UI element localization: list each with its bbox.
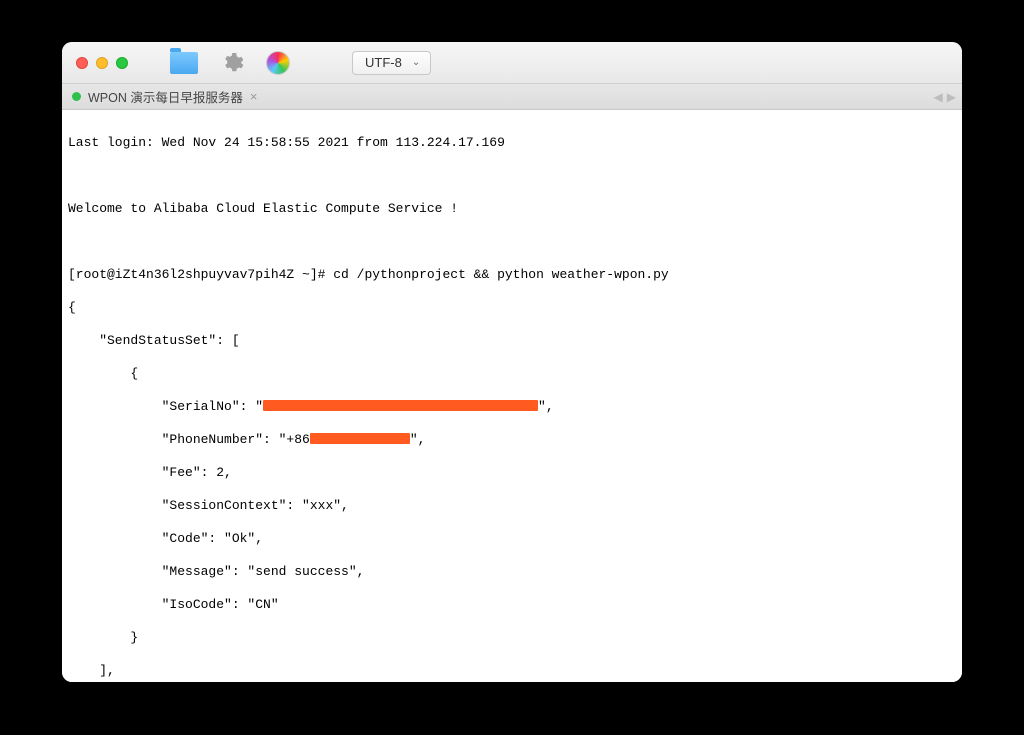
- json-sss-key: "SendStatusSet": [: [68, 333, 956, 350]
- json-open: {: [68, 300, 956, 317]
- redaction-serialno: [263, 400, 538, 411]
- json-arr-close: ],: [68, 663, 956, 680]
- maximize-window-button[interactable]: [116, 57, 128, 69]
- json-phonenumber: "PhoneNumber": "+86",: [68, 432, 956, 449]
- blank-line: [68, 234, 956, 251]
- json-isocode: "IsoCode": "CN": [68, 597, 956, 614]
- tab-close-button[interactable]: ×: [250, 89, 258, 104]
- terminal-output[interactable]: Last login: Wed Nov 24 15:58:55 2021 fro…: [62, 110, 962, 682]
- tab-session[interactable]: WPON 演示每日早报服务器 ×: [62, 84, 267, 109]
- json-session: "SessionContext": "xxx",: [68, 498, 956, 515]
- titlebar: UTF-8 ⌄: [62, 42, 962, 84]
- tabbar-scroll-controls: ◀ ▶: [934, 84, 956, 109]
- toolbar-icons: [170, 51, 290, 75]
- json-obj-open: {: [68, 366, 956, 383]
- encoding-select[interactable]: UTF-8 ⌄: [352, 51, 431, 75]
- minimize-window-button[interactable]: [96, 57, 108, 69]
- blank-line: [68, 168, 956, 185]
- tab-title: WPON 演示每日早报服务器: [88, 87, 243, 106]
- json-message: "Message": "send success",: [68, 564, 956, 581]
- traffic-lights: [76, 57, 128, 69]
- command-line-1: [root@iZt4n36l2shpuyvav7pih4Z ~]# cd /py…: [68, 267, 956, 284]
- json-obj-close: }: [68, 630, 956, 647]
- welcome-line: Welcome to Alibaba Cloud Elastic Compute…: [68, 201, 956, 218]
- last-login-line: Last login: Wed Nov 24 15:58:55 2021 fro…: [68, 135, 956, 152]
- redaction-phone: [310, 433, 410, 444]
- chevron-down-icon: ⌄: [412, 57, 420, 68]
- close-window-button[interactable]: [76, 57, 88, 69]
- json-fee: "Fee": 2,: [68, 465, 956, 482]
- folder-icon[interactable]: [170, 52, 198, 74]
- prompt-1: [root@iZt4n36l2shpuyvav7pih4Z ~]#: [68, 267, 333, 282]
- color-picker-icon[interactable]: [266, 51, 290, 75]
- json-serialno: "SerialNo": "",: [68, 399, 956, 416]
- chevron-right-icon[interactable]: ▶: [947, 90, 956, 104]
- terminal-window: UTF-8 ⌄ WPON 演示每日早报服务器 × ◀ ▶ Last login:…: [62, 42, 962, 682]
- chevron-left-icon[interactable]: ◀: [934, 90, 943, 104]
- command-1: cd /pythonproject && python weather-wpon…: [333, 267, 668, 282]
- tabbar: WPON 演示每日早报服务器 × ◀ ▶: [62, 84, 962, 110]
- encoding-label: UTF-8: [365, 55, 402, 70]
- connection-status-dot: [72, 92, 81, 101]
- json-code: "Code": "Ok",: [68, 531, 956, 548]
- gear-icon[interactable]: [220, 51, 244, 75]
